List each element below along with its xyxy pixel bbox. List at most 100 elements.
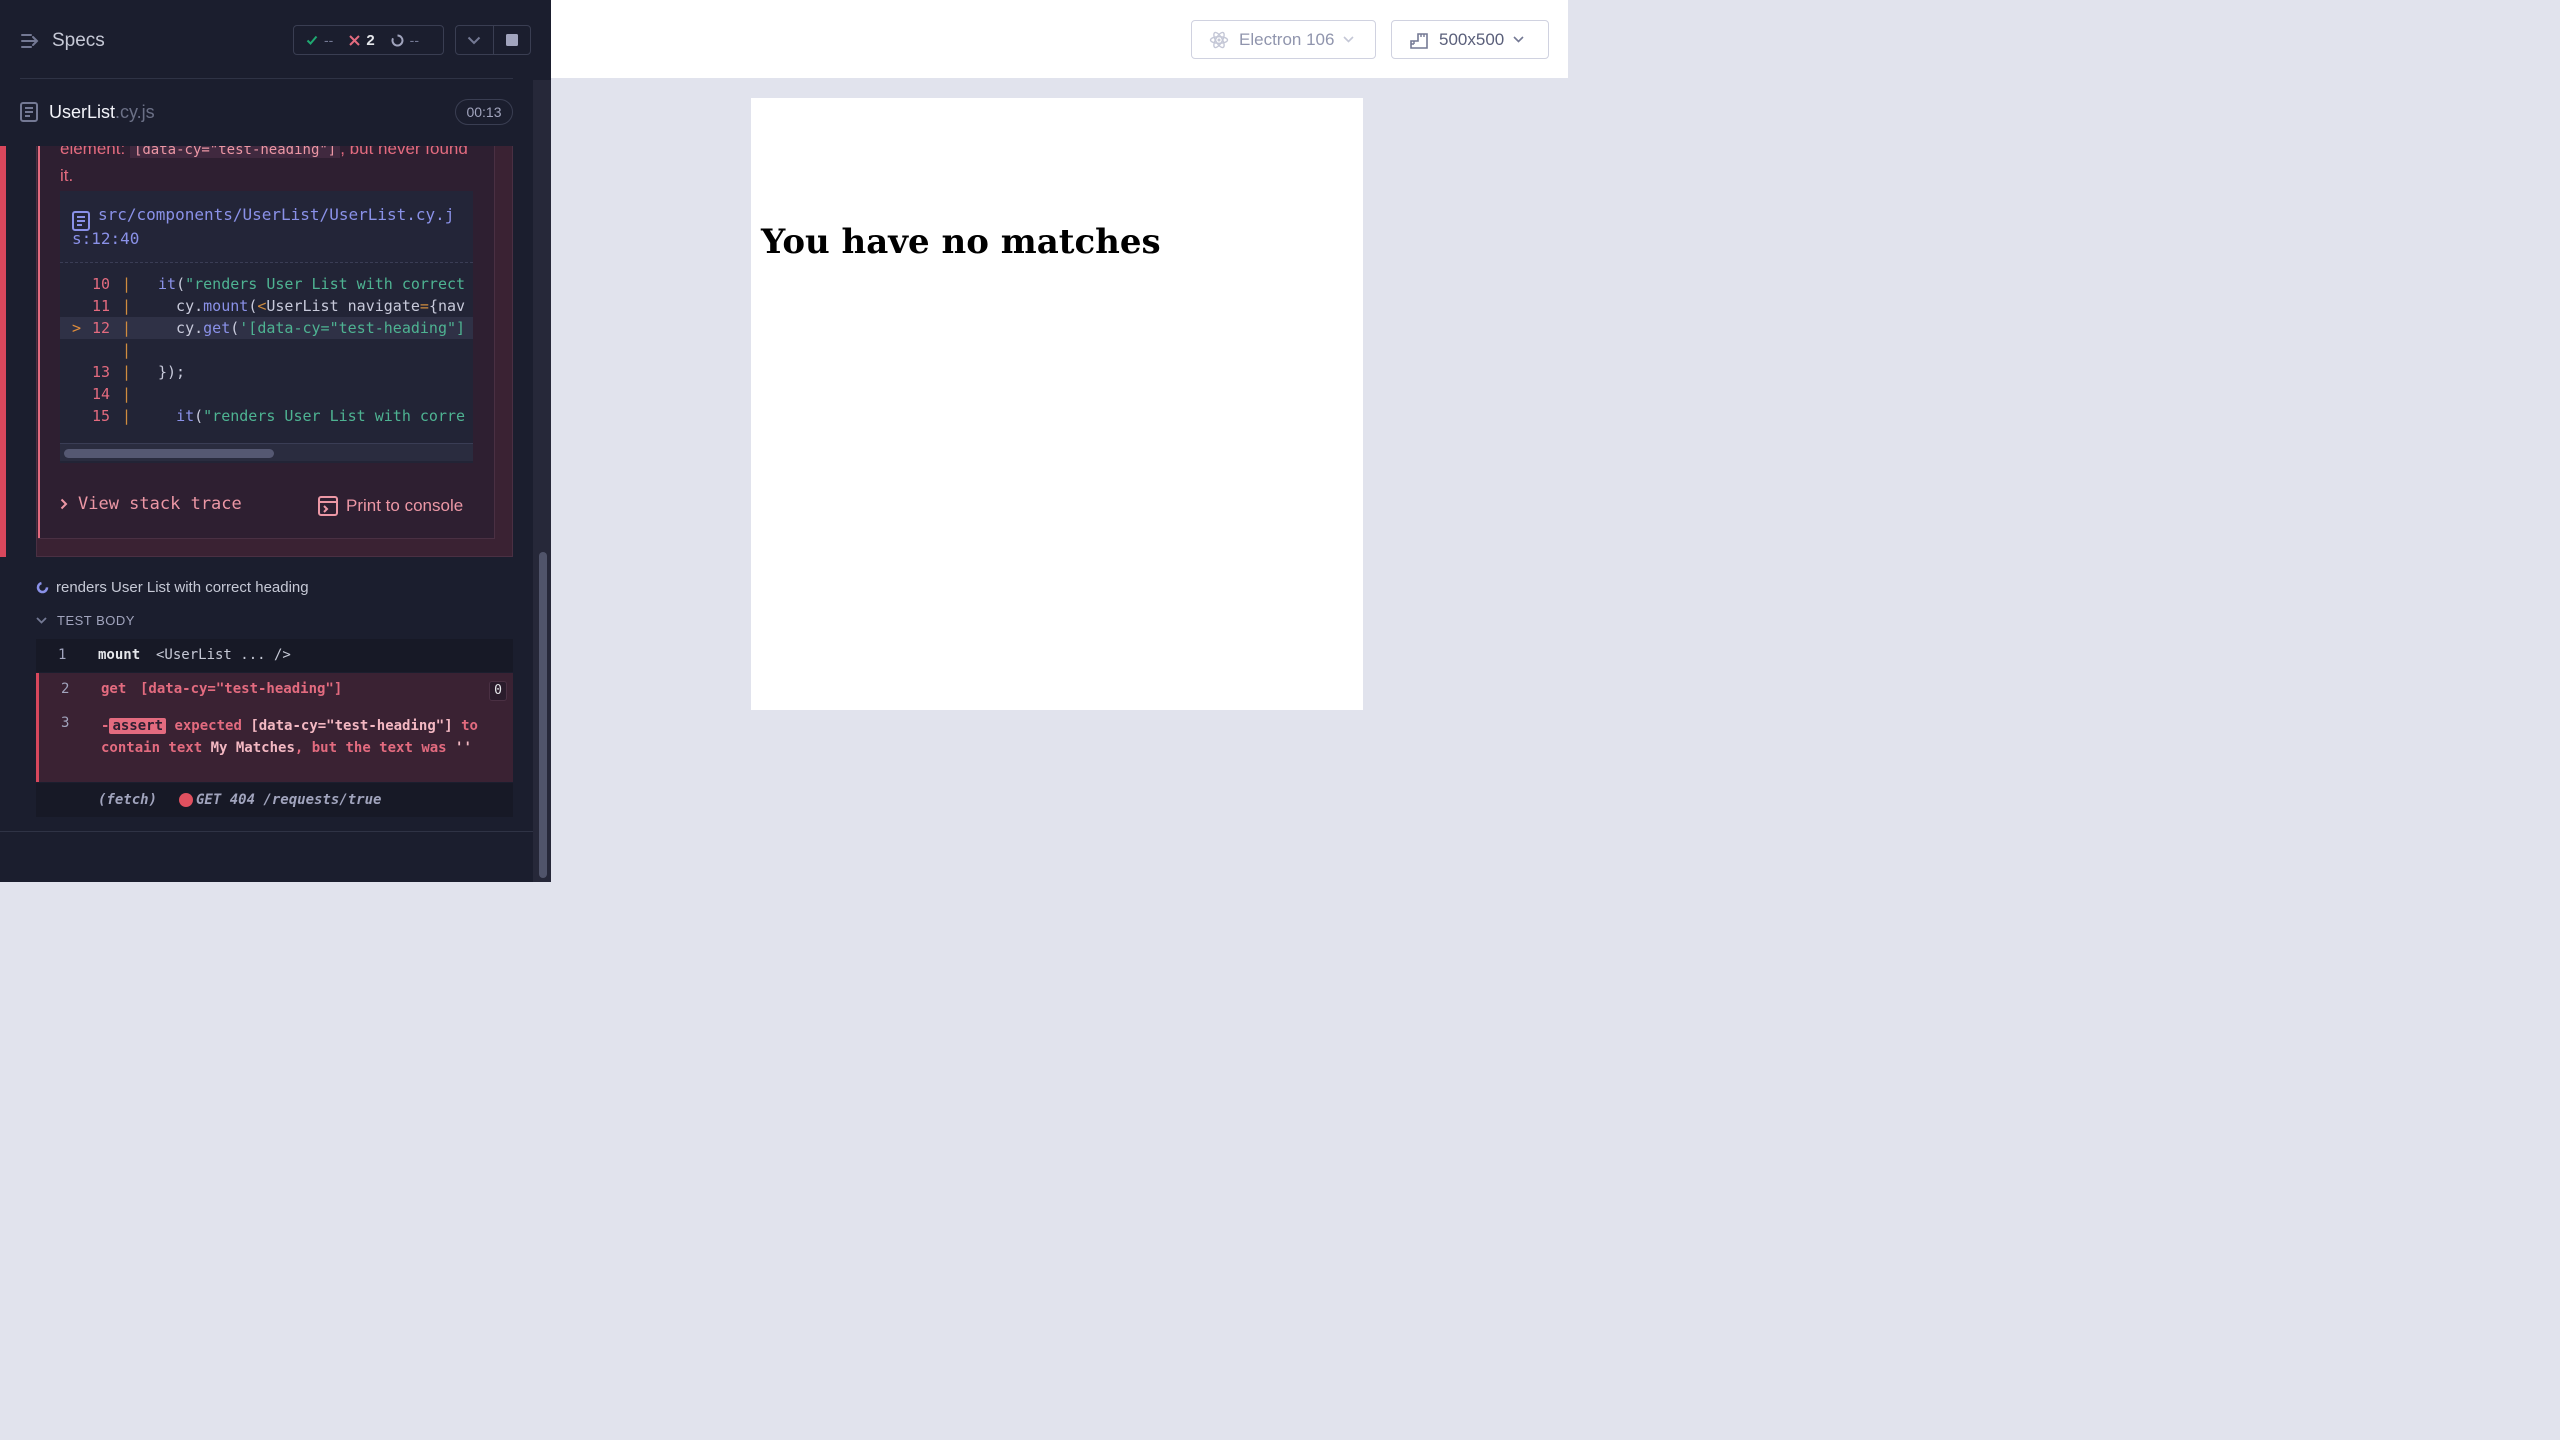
line-gutter-pipe: |: [122, 341, 132, 359]
code-line: 14 |: [60, 383, 473, 405]
spec-duration: 00:13: [455, 99, 513, 125]
code-frame-file-link[interactable]: src/components/UserList/UserList.cy.js:1…: [72, 203, 467, 251]
failed-command-group: 2 get [data-cy="test-heading"] 3 - assert…: [36, 673, 513, 782]
line-number: 14: [91, 385, 110, 403]
chevron-right-icon: [60, 498, 68, 510]
spec-name-ext: .cy.js: [115, 102, 155, 122]
stack-trace-label: View stack trace: [78, 494, 242, 514]
code-lines: 10 | it("renders User List with correct 11 |…: [60, 273, 473, 427]
spec-header: UserList.cy.js 00:13: [0, 80, 531, 146]
running-spinner-icon: [36, 581, 49, 594]
command-number: 1: [58, 647, 67, 663]
line-gutter-pipe: |: [122, 297, 132, 315]
specs-list-icon: [21, 34, 39, 48]
aut-heading: You have no matches: [761, 222, 1161, 262]
stop-icon: [505, 34, 518, 46]
assert-expected-text: My Matches: [210, 740, 295, 756]
line-gutter-pipe: |: [122, 385, 132, 403]
line-number: 12: [91, 319, 110, 337]
test-body-label: TEST BODY: [57, 613, 135, 628]
viewport-selector[interactable]: 500x500: [1391, 20, 1549, 59]
print-to-console-button[interactable]: Print to console: [318, 496, 463, 516]
assert-actual-value: '': [455, 740, 472, 756]
failed-count: 2: [366, 31, 375, 49]
line-number: 13: [91, 363, 110, 381]
specs-label: Specs: [52, 30, 105, 51]
line-gutter-pipe: |: [122, 363, 132, 381]
reporter-scroll-thumb[interactable]: [539, 552, 547, 878]
reporter-bottom-divider: [0, 831, 533, 832]
command-message: [data-cy="test-heading"]: [140, 681, 343, 697]
chevron-down-icon: [468, 36, 481, 44]
line-number: 10: [91, 275, 110, 293]
specs-toggle-button[interactable]: Specs: [20, 28, 105, 54]
pending-stat: --: [391, 32, 419, 48]
check-icon: [306, 35, 318, 45]
assert-badge: assert: [109, 718, 167, 734]
assert-tail: , but the text was: [294, 740, 447, 756]
print-to-console-label: Print to console: [346, 496, 464, 515]
command-row-mount[interactable]: 1 mount <UserList ... />: [36, 639, 513, 672]
electron-icon: [1209, 31, 1229, 48]
code-line: 13 |});: [60, 361, 473, 383]
fetch-request: GET 404 /requests/true: [196, 792, 382, 808]
line-source: cy.get('[data-cy="test-heading"]: [158, 319, 466, 337]
terminal-icon: [318, 496, 338, 516]
pending-count: --: [409, 32, 419, 48]
header-divider: [20, 78, 513, 79]
error-panel: element: [data-cy="test-heading"], but n…: [38, 146, 495, 539]
view-stack-trace-button[interactable]: View stack trace: [60, 494, 242, 514]
request-status-dot: [179, 793, 193, 807]
command-message: <UserList ... />: [156, 647, 291, 663]
element-count-badge: 0: [489, 681, 507, 701]
passed-stat: --: [306, 32, 333, 48]
error-message-selector: [data-cy="test-heading"]: [129, 146, 341, 158]
test-body-header[interactable]: TEST BODY: [36, 613, 135, 628]
code-frame-header: src/components/UserList/UserList.cy.js:1…: [60, 191, 473, 263]
command-row-fetch[interactable]: (fetch) GET 404 /requests/true: [36, 783, 513, 817]
line-gutter-pipe: |: [122, 275, 132, 293]
spec-name-base: UserList: [49, 102, 116, 122]
viewport-label: 500x500: [1439, 29, 1505, 49]
chevron-down-icon: [36, 617, 47, 624]
pending-spinner-icon: [391, 34, 404, 46]
stop-button[interactable]: [492, 26, 530, 54]
code-line: >12 | cy.get('[data-cy="test-heading"]: [60, 317, 473, 339]
code-line: 11 | cy.mount(<UserList navigate={nav: [60, 295, 473, 317]
code-line: |: [60, 339, 473, 361]
command-row-assert[interactable]: - assert expected [data-cy="test-heading"…: [101, 715, 511, 759]
aut-iframe: You have no matches: [751, 98, 1363, 710]
aut-toolbar: Electron 106 500x500: [551, 0, 1568, 79]
passed-count: --: [324, 32, 334, 48]
assert-expected-word: expected: [174, 718, 242, 734]
document-icon: [20, 102, 38, 122]
run-controls: [455, 25, 531, 55]
reporter-header: Specs -- 2 --: [0, 0, 551, 80]
line-gutter-pipe: |: [122, 319, 132, 337]
line-source: it("renders User List with corre: [176, 407, 466, 425]
line-number: 11: [91, 297, 110, 315]
chevron-down-icon: [1343, 36, 1355, 43]
code-frame-scrollbar[interactable]: [60, 443, 473, 461]
assert-selector: [data-cy="test-heading"]: [250, 718, 453, 734]
expand-collapse-button[interactable]: [456, 26, 493, 54]
test-title-row[interactable]: renders User List with correct heading: [36, 579, 309, 596]
browser-selector[interactable]: Electron 106: [1191, 20, 1376, 59]
code-frame-scroll-thumb[interactable]: [64, 449, 274, 458]
browser-label: Electron 106: [1239, 29, 1335, 49]
error-message-prefix: element:: [60, 146, 130, 158]
error-accent-bar: [38, 146, 40, 538]
test-title: renders User List with correct heading: [56, 579, 309, 596]
line-source: it("renders User List with correct: [158, 275, 466, 293]
line-gutter-pipe: |: [122, 407, 132, 425]
line-number: 15: [91, 407, 110, 425]
chevron-down-icon: [1513, 36, 1524, 43]
command-name: mount: [98, 647, 141, 663]
fetch-label: (fetch): [98, 792, 158, 808]
code-line: 10 | it("renders User List with correct: [60, 273, 473, 295]
x-icon: [349, 34, 361, 46]
reporter-panel: Specs -- 2 -- UserList.cy.js 00:13 eleme…: [0, 0, 551, 882]
test-stats: -- 2 --: [293, 25, 444, 55]
spec-file-name: UserList.cy.js: [49, 102, 155, 123]
ruler-icon: [1410, 32, 1428, 49]
